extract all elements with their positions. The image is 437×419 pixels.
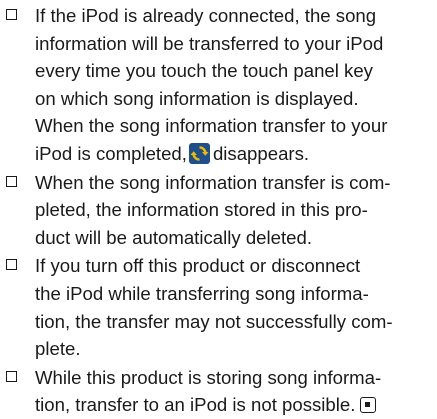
end-mark-icon [360,397,377,414]
note-text-line: tion, the transfer may not successfully … [35,310,393,332]
note-item-3: If you turn off this product or disconne… [0,252,437,362]
note-item-2: When the song information transfer is co… [0,169,437,252]
note-text-line: If the iPod is already connected, the so… [35,5,377,26]
note-text-line: pleted, the information stored in this p… [35,199,368,221]
song-transfer-icon [188,142,210,164]
note-text-line: duct will be automatically deleted. [35,226,312,248]
note-item-1: If the iPod is already connected, the so… [0,2,437,168]
checkbox-icon [6,9,17,20]
note-text-line: on which song information is displayed. [35,87,359,109]
note-text-line: If you turn off this product or disconne… [35,255,361,277]
note-text-line: When the song information transfer is co… [35,171,391,193]
checkbox-icon [6,175,17,187]
note-text-fragment: disappears. [212,142,310,164]
note-text-line: While this product is storing song infor… [35,366,382,388]
notes-list: If the iPod is already connected, the so… [0,2,437,419]
note-text-line: information will be transferred to your … [35,32,384,54]
checkbox-icon [6,259,17,271]
note-text-line-with-icon: iPod is completed, disappears. [35,140,437,168]
note-text-line: the iPod while transferring song informa… [35,282,369,304]
note-text-line: every time you touch the touch panel key [35,60,373,82]
manual-page: If the iPod is already connected, the so… [0,0,437,418]
note-text-fragment: iPod is completed, [35,142,187,164]
note-text-line: plete. [35,338,81,360]
checkbox-icon [6,370,17,382]
note-text-line: When the song information transfer to yo… [35,115,388,137]
note-text-fragment: tion, transfer to an iPod is not possibl… [35,394,356,416]
note-item-4: While this product is storing song infor… [0,364,437,419]
note-text-line-with-end-mark: tion, transfer to an iPod is not possibl… [35,391,437,419]
